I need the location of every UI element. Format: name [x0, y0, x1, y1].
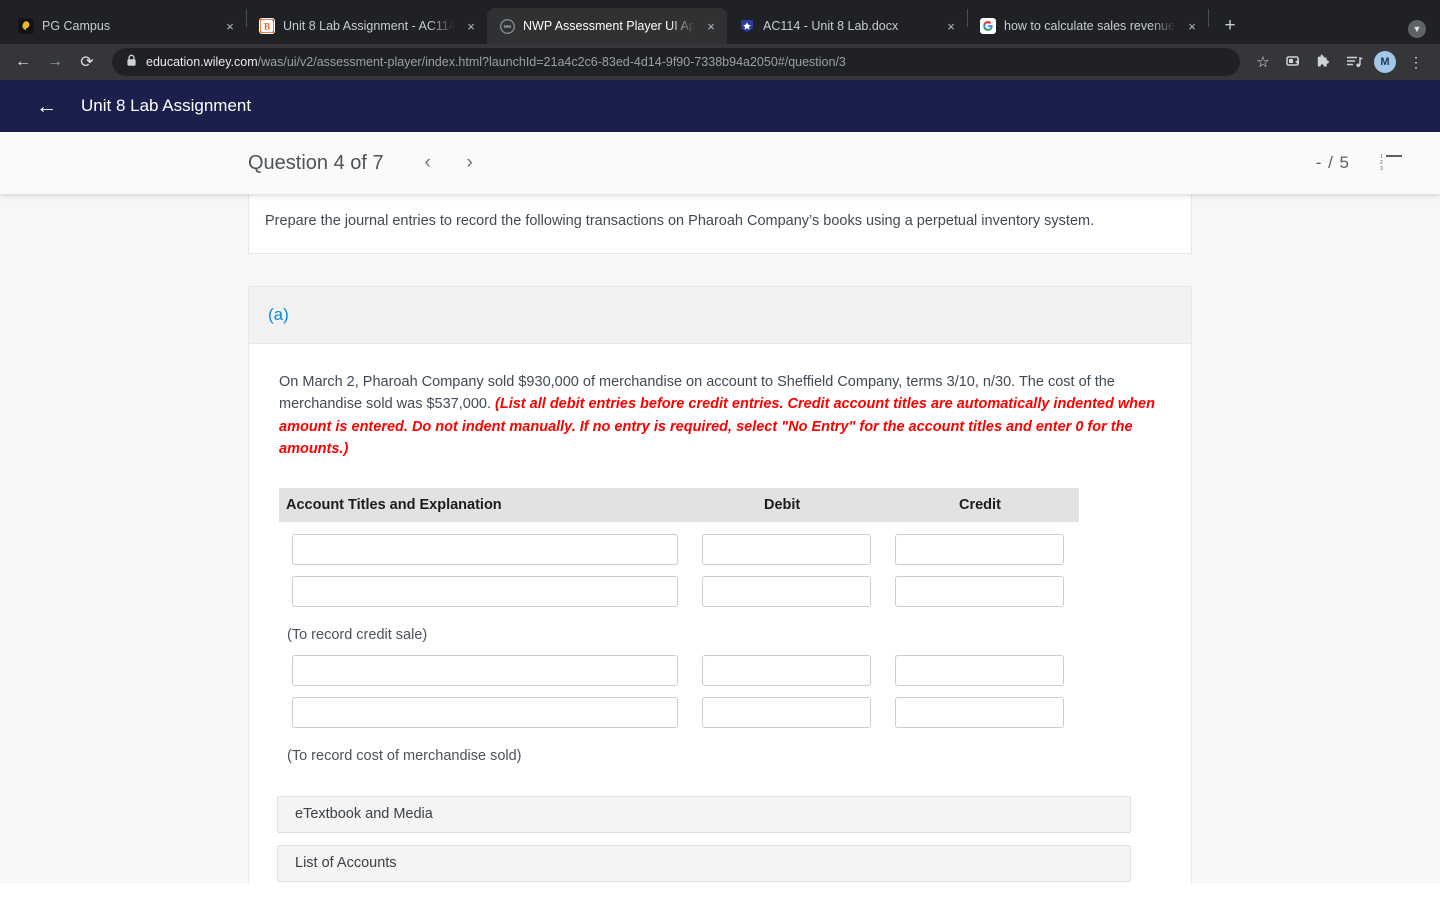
- forward-button[interactable]: →: [40, 47, 70, 77]
- browser-tab-2-active[interactable]: NWP Assessment Player UI App ×: [487, 8, 727, 44]
- close-icon[interactable]: ×: [222, 18, 238, 34]
- credit-amount-input[interactable]: [895, 533, 1064, 565]
- resource-accordions: eTextbook and Media List of Accounts: [277, 795, 1161, 882]
- question-prompt-card: Prepare the journal entries to record th…: [248, 194, 1192, 254]
- question-prompt-text: Prepare the journal entries to record th…: [265, 213, 1095, 229]
- word-doc-icon: [739, 18, 755, 34]
- browser-tab-title: PG Campus: [42, 19, 111, 33]
- pg-campus-icon: [18, 18, 34, 34]
- tab-divider: [1208, 8, 1209, 27]
- account-title-input[interactable]: [292, 575, 678, 607]
- credit-amount-input[interactable]: [895, 575, 1064, 607]
- assessment-body: Prepare the journal entries to record th…: [0, 194, 1440, 884]
- part-a-card: (a) On March 2, Pharoah Company sold $93…: [248, 285, 1192, 884]
- journal-row: [279, 654, 1079, 686]
- credit-amount-input[interactable]: [895, 696, 1064, 728]
- address-bar[interactable]: education.wiley.com/was/ui/v2/assessment…: [112, 48, 1240, 76]
- list-of-accounts-button[interactable]: List of Accounts: [277, 844, 1131, 882]
- close-icon[interactable]: ×: [463, 18, 479, 34]
- browser-chrome: PG Campus × B Unit 8 Lab Assignment - AC…: [0, 0, 1440, 80]
- svg-text:B: B: [264, 22, 270, 32]
- browser-tab-title: AC114 - Unit 8 Lab.docx: [763, 19, 899, 33]
- url-path: /was/ui/v2/assessment-player/index.html?…: [257, 55, 846, 69]
- back-button[interactable]: ←: [8, 47, 38, 77]
- google-icon: [980, 18, 996, 34]
- browser-toolbar-icons: ☆ M ⋮: [1248, 48, 1430, 76]
- browser-tab-3[interactable]: AC114 - Unit 8 Lab.docx ×: [727, 8, 967, 44]
- app-back-icon[interactable]: ←: [36, 96, 57, 117]
- close-icon[interactable]: ×: [943, 18, 959, 34]
- lock-icon: [126, 54, 137, 70]
- column-header-debit: Debit: [764, 496, 801, 513]
- journal-entry-table: Account Titles and Explanation Debit Cre…: [279, 487, 1079, 764]
- page-title: Unit 8 Lab Assignment: [81, 96, 252, 115]
- question-pager: ‹ ›: [420, 152, 478, 174]
- column-header-credit: Credit: [959, 496, 1001, 513]
- extensions-puzzle-icon[interactable]: [1310, 48, 1338, 76]
- debit-amount-input[interactable]: [702, 696, 871, 728]
- app-header: ← Unit 8 Lab Assignment: [0, 80, 1440, 132]
- browser-tab-0[interactable]: PG Campus ×: [6, 8, 246, 44]
- account-title-input[interactable]: [292, 654, 678, 686]
- browser-tab-title: Unit 8 Lab Assignment - AC114: [283, 19, 455, 33]
- url-host: education.wiley.com: [146, 55, 258, 69]
- debit-amount-input[interactable]: [702, 533, 871, 565]
- tab-strip: PG Campus × B Unit 8 Lab Assignment - AC…: [0, 0, 1440, 44]
- part-body: On March 2, Pharoah Company sold $930,00…: [249, 344, 1191, 882]
- question-nav-bar: Question 4 of 7 ‹ › - / 5 1 2 3: [0, 132, 1440, 194]
- bookmark-star-icon[interactable]: ☆: [1248, 48, 1278, 76]
- list-digit-3: 3: [1380, 166, 1383, 172]
- close-icon[interactable]: ×: [703, 18, 719, 34]
- journal-note-credit-sale: (To record credit sale): [287, 626, 428, 643]
- account-title-input[interactable]: [292, 533, 678, 565]
- reload-button[interactable]: ⟳: [72, 47, 102, 77]
- window-controls: ▼: [1408, 20, 1440, 44]
- question-list-icon[interactable]: 1 2 3: [1380, 155, 1402, 172]
- window-menu-icon[interactable]: ▼: [1408, 20, 1426, 38]
- question-nav-right: - / 5 1 2 3: [1316, 153, 1402, 173]
- browser-tab-4[interactable]: how to calculate sales revenue ×: [968, 8, 1208, 44]
- media-cast-icon[interactable]: [1280, 48, 1308, 76]
- address-bar-row: ← → ⟳ education.wiley.com/was/ui/v2/asse…: [0, 44, 1440, 80]
- etextbook-and-media-button[interactable]: eTextbook and Media: [277, 795, 1131, 833]
- question-counter: Question 4 of 7: [248, 151, 384, 174]
- browser-tab-title: NWP Assessment Player UI App: [523, 19, 695, 33]
- profile-avatar[interactable]: M: [1374, 51, 1396, 73]
- part-question-text: On March 2, Pharoah Company sold $930,00…: [279, 371, 1159, 461]
- new-tab-button[interactable]: +: [1215, 11, 1245, 41]
- brightspace-icon: B: [259, 18, 275, 34]
- browser-tab-title: how to calculate sales revenue: [1004, 19, 1175, 33]
- reading-list-icon[interactable]: [1340, 48, 1368, 76]
- account-title-input[interactable]: [292, 696, 678, 728]
- credit-amount-input[interactable]: [895, 654, 1064, 686]
- journal-row: [279, 575, 1079, 607]
- next-question-button[interactable]: ›: [462, 152, 478, 174]
- part-letter-label: (a): [268, 304, 289, 324]
- debit-amount-input[interactable]: [702, 654, 871, 686]
- debit-amount-input[interactable]: [702, 575, 871, 607]
- wiley-icon: [499, 18, 515, 34]
- browser-menu-icon[interactable]: ⋮: [1402, 48, 1430, 76]
- column-header-account: Account Titles and Explanation: [286, 496, 502, 513]
- journal-row: [279, 533, 1079, 565]
- browser-tab-1[interactable]: B Unit 8 Lab Assignment - AC114 ×: [247, 8, 487, 44]
- previous-question-button[interactable]: ‹: [420, 152, 436, 174]
- journal-row: [279, 696, 1079, 728]
- question-content: Prepare the journal entries to record th…: [248, 194, 1192, 884]
- score-display: - / 5: [1315, 153, 1350, 172]
- journal-table-header: Account Titles and Explanation Debit Cre…: [279, 487, 1079, 522]
- part-header: (a): [249, 286, 1191, 344]
- journal-note-cost-of-merchandise: (To record cost of merchandise sold): [287, 747, 522, 764]
- close-icon[interactable]: ×: [1184, 18, 1200, 34]
